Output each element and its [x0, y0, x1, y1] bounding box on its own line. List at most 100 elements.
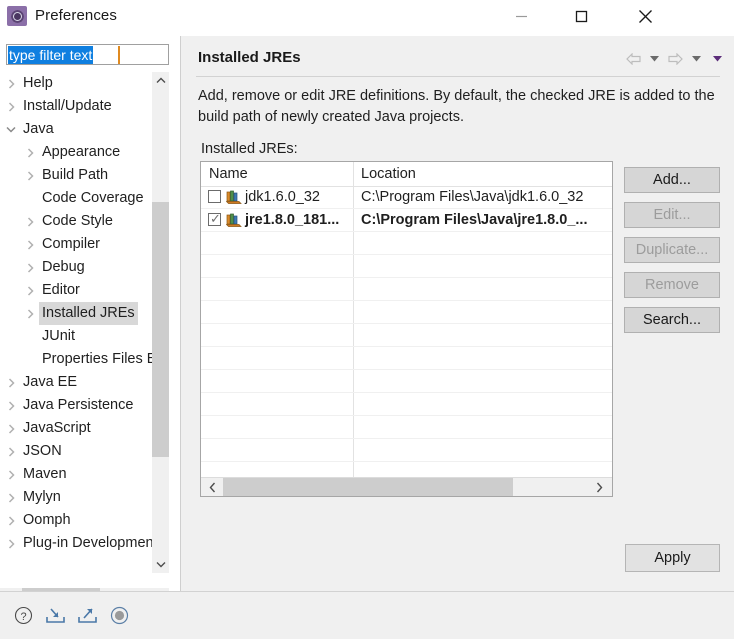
sidebar-item-installed-jres[interactable]: Installed JREs [0, 302, 152, 325]
column-header-name[interactable]: Name [209, 162, 248, 186]
sidebar-item-debug[interactable]: Debug [0, 256, 152, 279]
table-row-empty[interactable] [201, 278, 612, 301]
chevron-right-icon[interactable] [5, 72, 17, 95]
chevron-right-icon[interactable] [5, 417, 17, 440]
filter-input-wrapper[interactable]: type filter text [6, 44, 169, 65]
chevron-right-icon[interactable] [24, 302, 36, 325]
table-row-empty[interactable] [201, 347, 612, 370]
sidebar-item-label: Oomph [23, 512, 71, 528]
minimize-icon[interactable] [498, 0, 544, 32]
sidebar-item-label: Mylyn [23, 489, 61, 505]
sidebar-item-label: Java [23, 121, 54, 137]
sidebar-item-label: JSON [23, 443, 62, 459]
sidebar-item-label: Java EE [23, 374, 77, 390]
scrollbar-thumb[interactable] [223, 478, 513, 496]
view-menu-chevron-down-icon[interactable] [708, 50, 726, 68]
chevron-right-icon[interactable] [24, 210, 36, 233]
table-row-empty[interactable] [201, 439, 612, 462]
table-row-empty[interactable] [201, 370, 612, 393]
jre-table[interactable]: Name Location jdk1.6.0_32 C:\Program File… [200, 161, 613, 497]
sidebar-item-label: Java Persistence [23, 397, 134, 413]
chevron-right-icon[interactable] [5, 486, 17, 509]
table-row-empty[interactable] [201, 416, 612, 439]
table-row-empty[interactable] [201, 324, 612, 347]
restore-defaults-icon[interactable] [106, 602, 132, 628]
sidebar-item-code-coverage[interactable]: Code Coverage [0, 187, 152, 210]
scroll-right-icon[interactable] [591, 479, 608, 496]
chevron-right-icon[interactable] [5, 463, 17, 486]
close-icon[interactable] [622, 0, 668, 32]
checkbox-unchecked[interactable] [208, 190, 221, 203]
sidebar-item-install-update[interactable]: Install/Update [0, 95, 152, 118]
import-icon[interactable] [42, 602, 68, 628]
back-chevron-down-icon[interactable] [645, 50, 663, 68]
sidebar-item-java[interactable]: Java [0, 118, 152, 141]
forward-arrow-icon[interactable] [666, 50, 684, 68]
sidebar-item-build-path[interactable]: Build Path [0, 164, 152, 187]
chevron-right-icon[interactable] [24, 279, 36, 302]
scroll-left-icon[interactable] [204, 479, 221, 496]
sidebar-item-code-style[interactable]: Code Style [0, 210, 152, 233]
chevron-right-icon[interactable] [24, 233, 36, 256]
jre-name-cell: jre1.8.0_181... [245, 212, 340, 228]
chevron-right-icon[interactable] [24, 256, 36, 279]
preferences-tree[interactable]: Help Install/Update Java Appearance Build Pa… [0, 72, 152, 573]
scrollbar-thumb[interactable] [152, 202, 169, 457]
chevron-right-icon[interactable] [5, 509, 17, 532]
sidebar-item-help[interactable]: Help [0, 72, 152, 95]
sidebar-item-oomph[interactable]: Oomph [0, 509, 152, 532]
column-header-location[interactable]: Location [361, 162, 416, 186]
maximize-icon[interactable] [558, 0, 604, 32]
sidebar-item-mylyn[interactable]: Mylyn [0, 486, 152, 509]
chevron-down-icon[interactable] [5, 118, 17, 141]
sidebar-item-label: Appearance [42, 144, 121, 160]
sidebar-item-java-persistence[interactable]: Java Persistence [0, 394, 152, 417]
sidebar-item-properties-files-ed[interactable]: Properties Files Ed [0, 348, 152, 371]
preferences-gear-icon [7, 6, 27, 26]
duplicate-button[interactable]: Duplicate... [624, 237, 720, 263]
scroll-up-icon[interactable] [152, 72, 169, 89]
chevron-right-icon[interactable] [5, 95, 17, 118]
table-row-empty[interactable] [201, 255, 612, 278]
page-description: Add, remove or edit JRE definitions. By … [198, 88, 715, 125]
tree-vertical-scrollbar[interactable] [152, 72, 169, 573]
export-icon[interactable] [74, 602, 100, 628]
help-icon[interactable]: ? [10, 602, 36, 628]
remove-button[interactable]: Remove [624, 272, 720, 298]
sidebar-item-label: Build Path [42, 167, 109, 183]
sidebar-item-java-ee[interactable]: Java EE [0, 371, 152, 394]
sidebar-item-json[interactable]: JSON [0, 440, 152, 463]
sidebar-item-javascript[interactable]: JavaScript [0, 417, 152, 440]
sidebar-item-maven[interactable]: Maven [0, 463, 152, 486]
table-row-empty[interactable] [201, 393, 612, 416]
table-row-empty[interactable] [201, 232, 612, 255]
search-input[interactable]: type filter text [8, 46, 94, 64]
apply-button[interactable]: Apply [625, 544, 720, 572]
sidebar-item-appearance[interactable]: Appearance [0, 141, 152, 164]
sidebar-item-compiler[interactable]: Compiler [0, 233, 152, 256]
back-arrow-icon[interactable] [624, 50, 642, 68]
table-row-empty[interactable] [201, 301, 612, 324]
sidebar-item-plug-in-development[interactable]: Plug-in Development [0, 532, 152, 555]
sidebar-item-editor[interactable]: Editor [0, 279, 152, 302]
chevron-right-icon[interactable] [5, 532, 17, 555]
add-button[interactable]: Add... [624, 167, 720, 193]
preferences-dialog: Preferences type filter text Help Install… [0, 0, 734, 639]
chevron-right-icon[interactable] [24, 141, 36, 164]
chevron-right-icon[interactable] [5, 394, 17, 417]
chevron-right-icon[interactable] [24, 164, 36, 187]
table-row[interactable]: ✓ jre1.8.0_181... C:\Program Files\Java\jr… [201, 209, 612, 232]
sidebar-item-junit[interactable]: JUnit [0, 325, 152, 348]
forward-chevron-down-icon[interactable] [687, 50, 705, 68]
sidebar-item-label: Debug [42, 259, 85, 275]
chevron-right-icon[interactable] [5, 440, 17, 463]
search-button[interactable]: Search... [624, 307, 720, 333]
table-horizontal-scrollbar[interactable] [201, 477, 612, 496]
checkbox-checked[interactable]: ✓ [208, 212, 221, 226]
page-title: Installed JREs [198, 49, 301, 66]
chevron-right-icon[interactable] [5, 371, 17, 394]
scroll-down-icon[interactable] [152, 556, 169, 573]
table-row[interactable]: jdk1.6.0_32 C:\Program Files\Java\jdk1.6.… [201, 186, 612, 209]
edit-button[interactable]: Edit... [624, 202, 720, 228]
header-divider [196, 76, 720, 77]
